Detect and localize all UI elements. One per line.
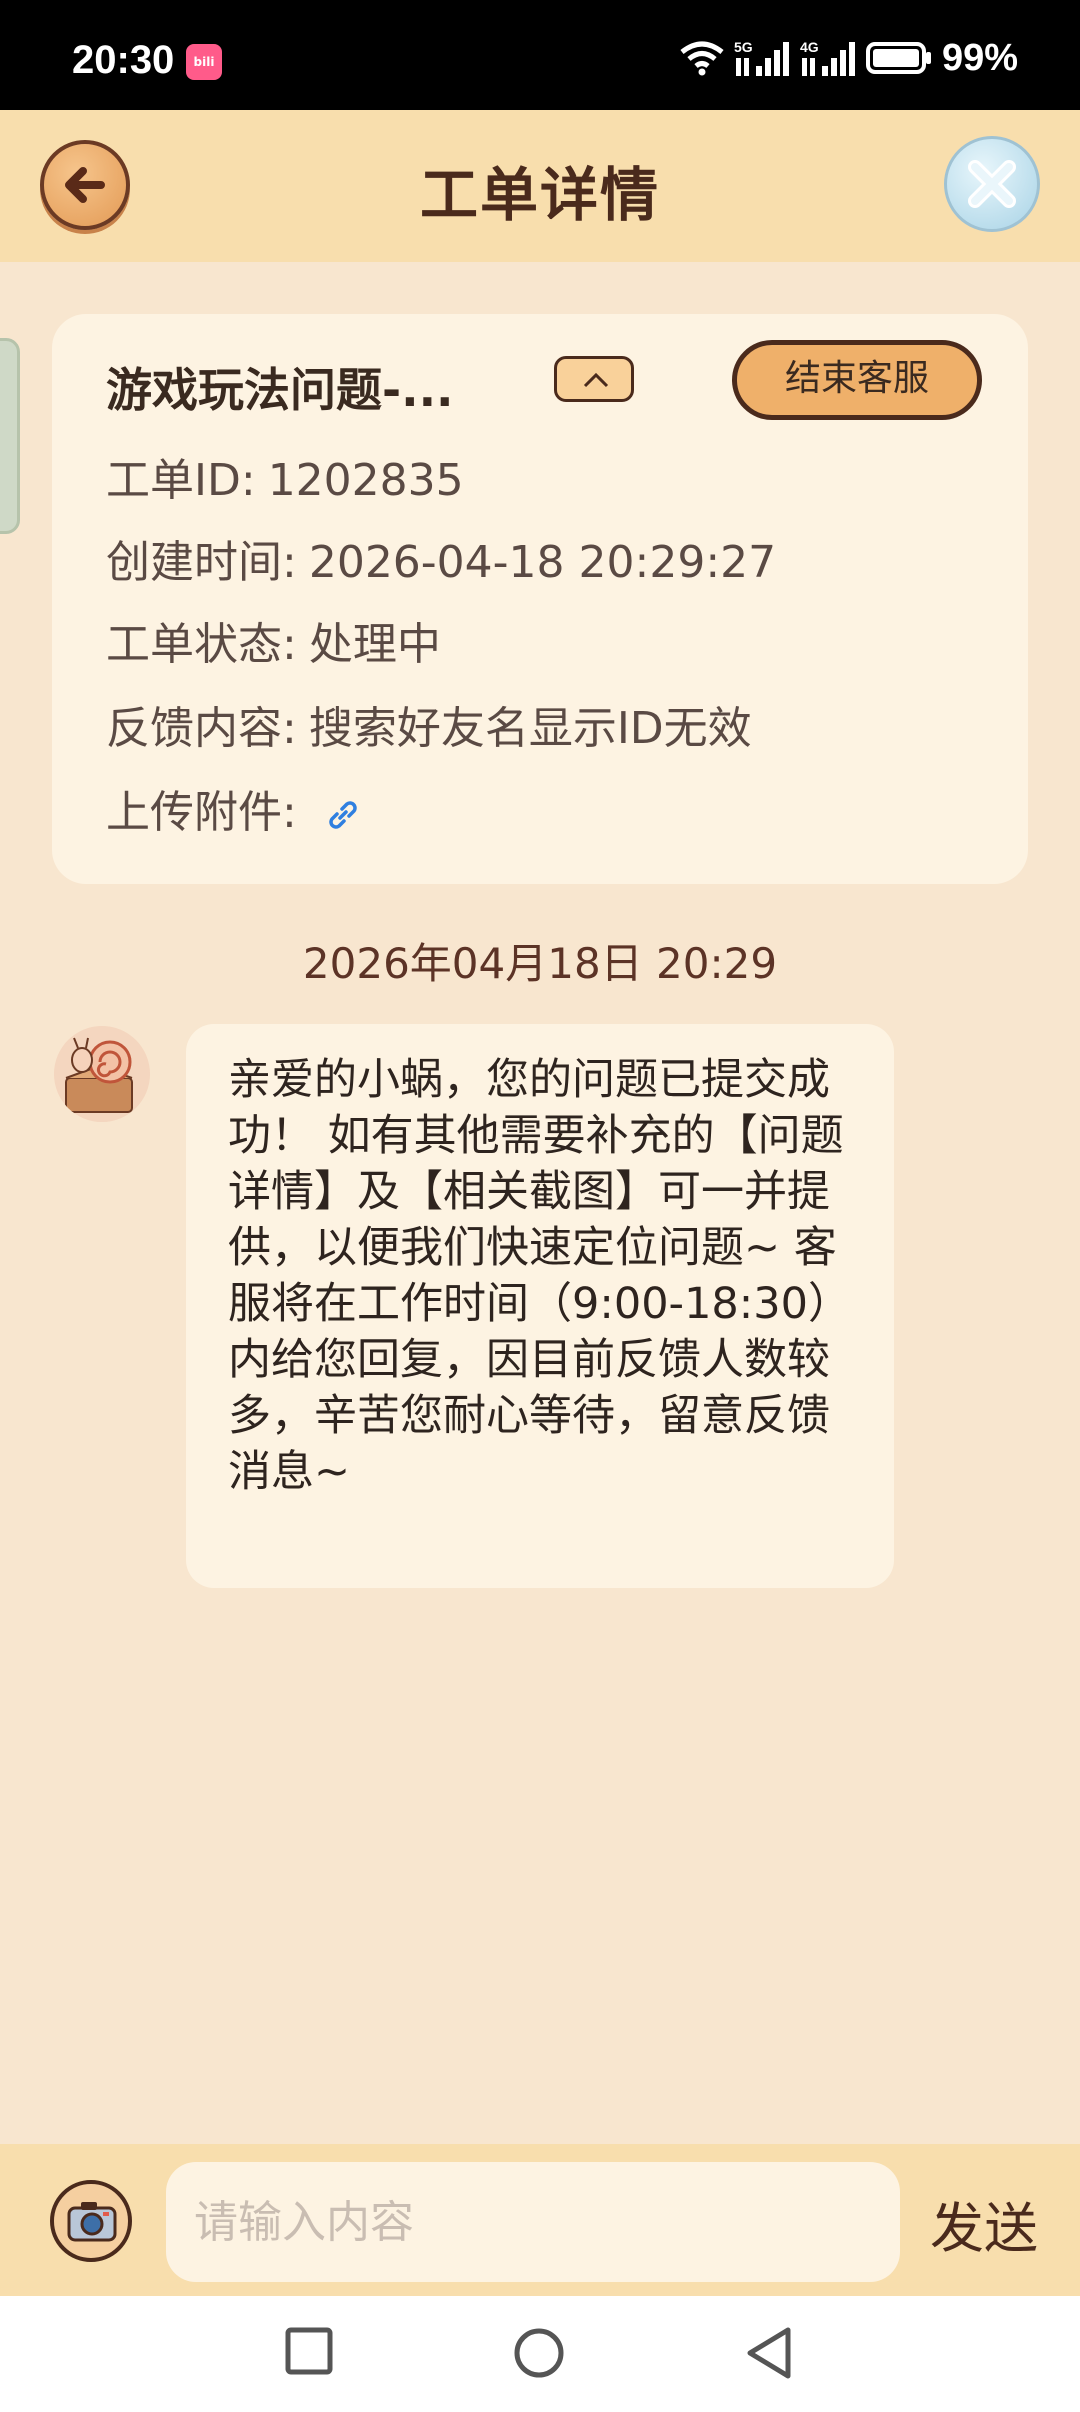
header: 工单详情	[0, 110, 1080, 262]
wifi-icon	[680, 41, 724, 76]
recent-apps-button[interactable]	[284, 2326, 334, 2376]
ticket-card: 游戏玩法问题-... 结束客服 工单ID: 1202835 创建时间: 2026-0…	[52, 314, 1028, 884]
collapse-button[interactable]	[554, 356, 634, 402]
created-time-row: 创建时间: 2026-04-18 20:29:27	[106, 526, 776, 590]
ticket-status-row: 工单状态: 处理中	[106, 608, 441, 672]
ticket-id-label: 工单ID:	[106, 455, 256, 506]
ticket-status-value: 处理中	[308, 619, 441, 670]
battery-percent: 99%	[941, 36, 1018, 79]
battery-icon	[865, 42, 931, 74]
feedback-content-label: 反馈内容:	[106, 703, 297, 754]
status-bar: 20:30 bili 5G 4G 99%	[0, 0, 1080, 110]
home-button[interactable]	[512, 2326, 566, 2380]
attachment-row: 上传附件:	[106, 776, 363, 840]
agent-avatar	[54, 1026, 150, 1122]
camera-icon	[67, 2202, 117, 2242]
signal-5g-label: 5G	[734, 39, 753, 55]
system-nav-bar	[0, 2296, 1080, 2412]
snail-icon	[54, 1026, 150, 1122]
signal-5g-icon: 5G	[734, 39, 789, 76]
send-button[interactable]: 发送	[930, 2184, 1038, 2263]
chat-timestamp: 2026年04月18日 20:29	[302, 939, 778, 988]
close-button[interactable]	[944, 136, 1040, 232]
close-icon	[968, 160, 1016, 208]
status-time: 20:30	[72, 38, 175, 82]
created-time-value: 2026-04-18 20:29:27	[308, 537, 777, 588]
status-indicators: 5G 4G 99%	[680, 36, 1018, 80]
agent-message-bubble: 亲爱的小蜗，您的问题已提交成功！ 如有其他需要补充的【问题详情】及【相关截图】可…	[186, 1024, 894, 1588]
ticket-title: 游戏玩法问题-...	[106, 363, 454, 417]
app-notification-icon: bili	[186, 44, 222, 80]
created-time-label: 创建时间:	[106, 537, 297, 588]
message-input[interactable]	[166, 2162, 900, 2282]
feedback-content-row: 反馈内容: 搜索好友名显示ID无效	[106, 692, 752, 756]
input-bar: 发送	[0, 2144, 1080, 2296]
attachment-label: 上传附件:	[106, 787, 297, 838]
ticket-status-label: 工单状态:	[106, 619, 297, 670]
ticket-id-row: 工单ID: 1202835	[106, 444, 464, 508]
signal-4g-label: 4G	[800, 39, 819, 55]
chevron-up-icon	[583, 372, 609, 388]
camera-button[interactable]	[50, 2180, 132, 2262]
feedback-content-value: 搜索好友名显示ID无效	[308, 703, 752, 754]
page-title: 工单详情	[419, 161, 660, 229]
ticket-id-value: 1202835	[267, 455, 464, 506]
agent-message-text: 亲爱的小蜗，您的问题已提交成功！ 如有其他需要补充的【问题详情】及【相关截图】可…	[228, 1055, 851, 1497]
link-icon[interactable]	[323, 795, 363, 835]
back-nav-button[interactable]	[744, 2326, 794, 2380]
end-service-button[interactable]: 结束客服	[732, 340, 982, 420]
signal-4g-icon: 4G	[800, 39, 855, 76]
side-drawer-handle[interactable]	[0, 338, 20, 534]
